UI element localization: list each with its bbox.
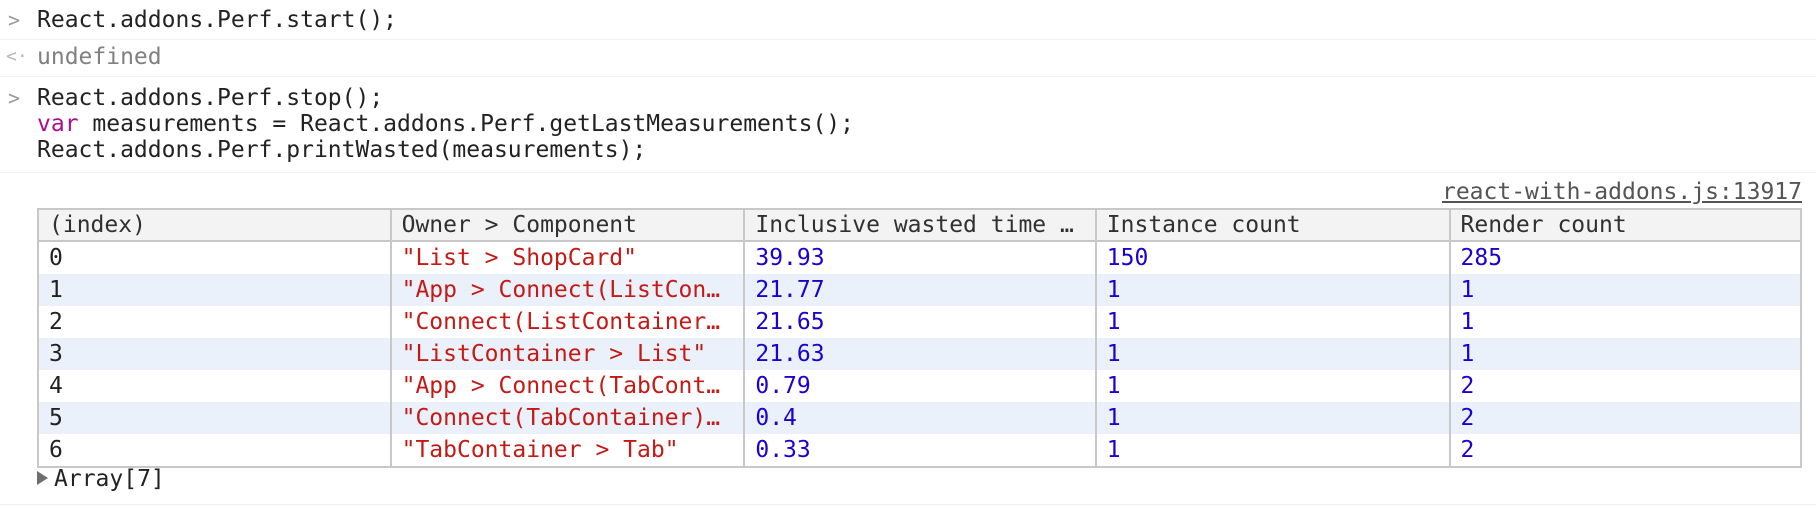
table-row[interactable]: 2 "Connect(ListContainer… 21.65 1 1 xyxy=(37,306,1803,338)
command-line-2-rest: measurements = React.addons.Perf.getLast… xyxy=(78,111,854,137)
disclosure-triangle-icon xyxy=(37,471,48,485)
table-row[interactable]: 5 "Connect(TabContainer)… 0.4 1 2 xyxy=(37,402,1803,434)
cell-index: 6 xyxy=(37,434,392,468)
cell-render-count: 2 xyxy=(1448,370,1803,402)
cell-index: 3 xyxy=(37,338,392,370)
result-arrow-icon: <· xyxy=(6,46,28,67)
cell-instance-count: 1 xyxy=(1094,370,1451,402)
table-row[interactable]: 6 "TabContainer > Tab" 0.33 1 2 xyxy=(37,434,1803,468)
cell-instance-count: 1 xyxy=(1094,274,1451,306)
console-result-entry: <· undefined xyxy=(0,40,1816,77)
cell-index: 5 xyxy=(37,402,392,434)
cell-wasted-time: 0.33 xyxy=(743,434,1097,468)
devtools-console: > React.addons.Perf.start(); <· undefine… xyxy=(0,0,1816,508)
command-line-2: var measurements = React.addons.Perf.get… xyxy=(37,110,854,138)
cell-component: "List > ShopCard" xyxy=(389,241,746,274)
table-row[interactable]: 4 "App > Connect(TabCont… 0.79 1 2 xyxy=(37,370,1803,402)
cell-render-count: 285 xyxy=(1448,241,1803,274)
cell-render-count: 1 xyxy=(1448,274,1803,306)
cell-instance-count: 1 xyxy=(1094,306,1451,338)
cell-instance-count: 150 xyxy=(1094,241,1451,274)
console-input-entry[interactable]: > React.addons.Perf.stop(); var measurem… xyxy=(0,77,1816,173)
column-header-owner-component[interactable]: Owner > Component xyxy=(389,208,746,242)
console-input-entry[interactable]: > React.addons.Perf.start(); xyxy=(0,0,1816,40)
cell-index: 0 xyxy=(37,241,392,274)
cell-component: "App > Connect(TabCont… xyxy=(389,370,746,402)
cell-instance-count: 1 xyxy=(1094,434,1451,468)
column-header-wasted-time[interactable]: Inclusive wasted time … xyxy=(743,208,1097,242)
column-header-index[interactable]: (index) xyxy=(37,208,392,242)
command-line-3: React.addons.Perf.printWasted(measuremen… xyxy=(37,137,647,163)
cell-component: "Connect(ListContainer… xyxy=(389,306,746,338)
cell-wasted-time: 21.63 xyxy=(743,338,1097,370)
cell-instance-count: 1 xyxy=(1094,338,1451,370)
cell-render-count: 2 xyxy=(1448,434,1803,468)
cell-component: "ListContainer > List" xyxy=(389,338,746,370)
entry-divider xyxy=(0,504,1816,505)
cell-wasted-time: 21.77 xyxy=(743,274,1097,306)
cell-render-count: 2 xyxy=(1448,402,1803,434)
command-text: React.addons.Perf.start(); xyxy=(37,7,398,33)
table-header-row: (index) Owner > Component Inclusive wast… xyxy=(37,208,1803,242)
cell-component: "Connect(TabContainer)… xyxy=(389,402,746,434)
wasted-time-table: (index) Owner > Component Inclusive wast… xyxy=(37,208,1803,468)
column-header-instance-count[interactable]: Instance count xyxy=(1094,208,1451,242)
prompt-chevron-icon: > xyxy=(8,86,21,110)
source-location-link[interactable]: react-with-addons.js:13917 xyxy=(1442,178,1802,206)
cell-wasted-time: 0.4 xyxy=(743,402,1097,434)
cell-render-count: 1 xyxy=(1448,306,1803,338)
result-value: undefined xyxy=(37,44,162,70)
console-table-output: react-with-addons.js:13917 (index) Owner… xyxy=(0,174,1816,508)
array-label: Array[7] xyxy=(54,466,165,492)
cell-wasted-time: 21.65 xyxy=(743,306,1097,338)
cell-index: 4 xyxy=(37,370,392,402)
array-expand-toggle[interactable]: Array[7] xyxy=(37,464,165,494)
table-row[interactable]: 3 "ListContainer > List" 21.63 1 1 xyxy=(37,338,1803,370)
cell-component: "App > Connect(ListCon… xyxy=(389,274,746,306)
var-keyword: var xyxy=(37,111,79,137)
prompt-chevron-icon: > xyxy=(8,8,21,32)
column-header-render-count[interactable]: Render count xyxy=(1448,208,1803,242)
cell-render-count: 1 xyxy=(1448,338,1803,370)
table-row[interactable]: 0 "List > ShopCard" 39.93 150 285 xyxy=(37,241,1803,274)
cell-instance-count: 1 xyxy=(1094,402,1451,434)
cell-index: 2 xyxy=(37,306,392,338)
cell-index: 1 xyxy=(37,274,392,306)
cell-wasted-time: 39.93 xyxy=(743,241,1097,274)
cell-component: "TabContainer > Tab" xyxy=(389,434,746,468)
table-row[interactable]: 1 "App > Connect(ListCon… 21.77 1 1 xyxy=(37,274,1803,306)
cell-wasted-time: 0.79 xyxy=(743,370,1097,402)
command-line-1: React.addons.Perf.stop(); xyxy=(37,85,384,111)
